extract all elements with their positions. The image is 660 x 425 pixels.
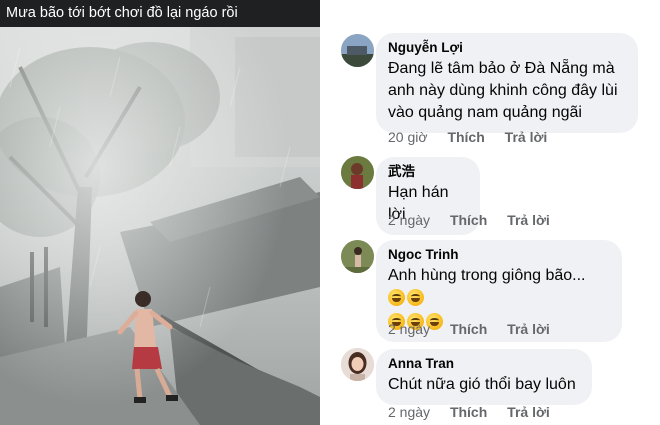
- comment-text-line: anh này dùng khinh công đây lùi: [388, 82, 618, 99]
- storm-video-frame[interactable]: [0, 27, 320, 425]
- reply-button[interactable]: Trả lời: [507, 403, 550, 421]
- comment-author[interactable]: Nguyễn Lợi: [388, 39, 626, 56]
- like-button[interactable]: Thích: [447, 128, 484, 146]
- comment-timestamp[interactable]: 2 ngày: [388, 211, 430, 229]
- rolling-on-floor-laughing-icon: [388, 289, 405, 307]
- comments-section: Nguyễn Lợi Đang lẽ tâm bảo ở Đà Nẵng mà …: [330, 0, 660, 425]
- avatar[interactable]: [341, 240, 374, 273]
- comment-text-line: vào quảng nam quảng ngãi: [388, 104, 582, 121]
- comment-timestamp[interactable]: 2 ngày: [388, 320, 430, 338]
- comment-text-line: Đang lẽ tâm bảo ở Đà Nẵng mà: [388, 60, 615, 77]
- avatar[interactable]: [341, 348, 374, 381]
- reply-button[interactable]: Trả lời: [505, 128, 548, 146]
- like-button[interactable]: Thích: [450, 320, 487, 338]
- comment-text-line: Anh hùng trong giông bão...: [388, 265, 610, 309]
- comment-text: Anh hùng trong giông bão...: [388, 267, 586, 284]
- comment-meta: 2 ngày Thích Trả lời: [388, 403, 566, 421]
- rolling-on-floor-laughing-icon: [407, 289, 424, 307]
- video-panel[interactable]: Mưa bão tới bớt chơi đồ lại ngáo rồi: [0, 0, 320, 425]
- video-caption: Mưa bão tới bớt chơi đồ lại ngáo rồi: [0, 0, 320, 27]
- emoji-group: [388, 289, 424, 307]
- comment-author[interactable]: Ngoc Trinh: [388, 246, 610, 263]
- reply-button[interactable]: Trả lời: [507, 320, 550, 338]
- comment-author[interactable]: Anna Tran: [388, 355, 580, 372]
- like-button[interactable]: Thích: [450, 211, 487, 229]
- comment-bubble: Nguyễn Lợi Đang lẽ tâm bảo ở Đà Nẵng mà …: [376, 33, 638, 133]
- like-button[interactable]: Thích: [450, 403, 487, 421]
- comment-timestamp[interactable]: 20 giờ: [388, 128, 428, 146]
- comment-text-line: Chút nữa gió thổi bay luôn: [388, 376, 576, 393]
- comment-timestamp[interactable]: 2 ngày: [388, 403, 430, 421]
- comment-meta: 2 ngày Thích Trả lời: [388, 211, 566, 229]
- reply-button[interactable]: Trả lời: [507, 211, 550, 229]
- comment-meta: 2 ngày Thích Trả lời: [388, 320, 566, 338]
- comment-author[interactable]: 武浩: [388, 163, 468, 180]
- comment-meta: 20 giờ Thích Trả lời: [388, 128, 563, 146]
- avatar[interactable]: [341, 156, 374, 189]
- avatar[interactable]: [341, 34, 374, 67]
- comment-bubble: Anna Tran Chút nữa gió thổi bay luôn: [376, 349, 592, 405]
